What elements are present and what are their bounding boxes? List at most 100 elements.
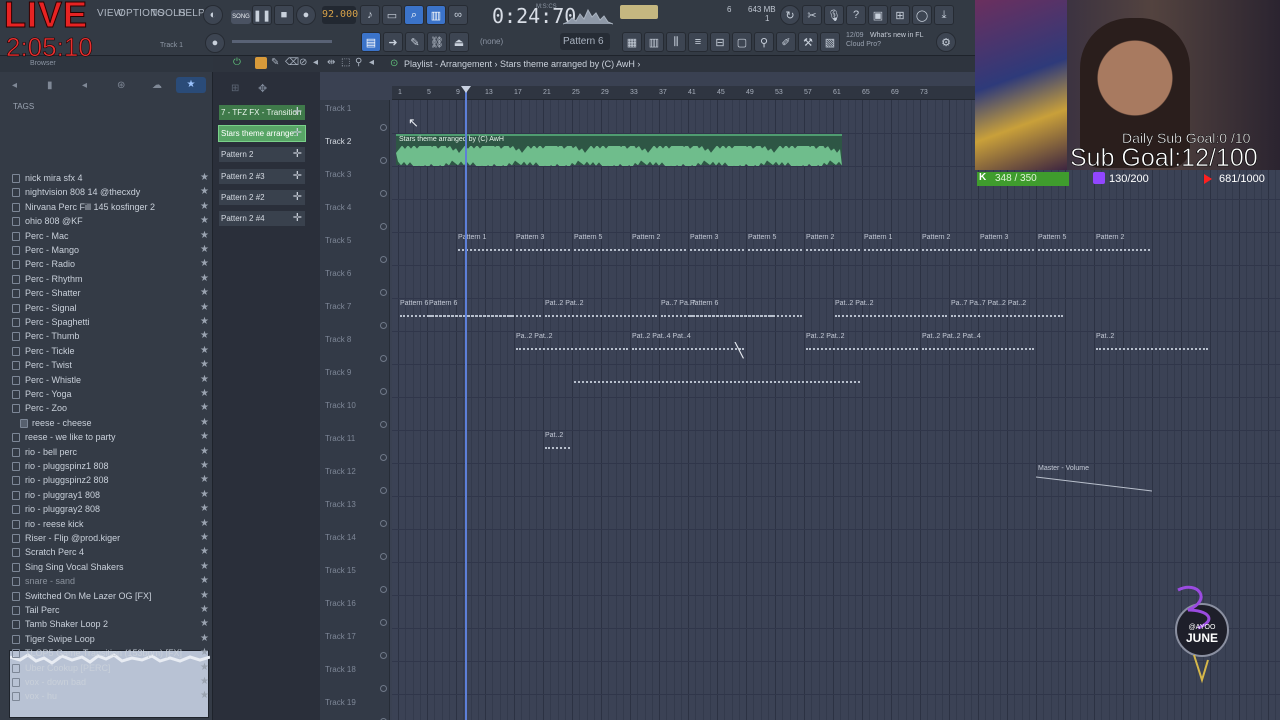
favorite-star-icon[interactable]: ★ [200,633,209,644]
browser-item[interactable]: Perc - Radio ★ [0,258,213,272]
mic-icon[interactable]: 🎙 [824,5,844,25]
favorite-star-icon[interactable]: ★ [200,345,209,356]
browser-item[interactable]: Perc - Spaghetti ★ [0,316,213,330]
browser-item[interactable]: snare - sand ★ [0,575,213,589]
track-mute-icon[interactable] [380,685,387,692]
pattern-clip[interactable]: Pattern 5 [572,234,630,264]
grid-icon[interactable]: ⊞ [231,83,239,94]
favorite-star-icon[interactable]: ★ [200,647,209,658]
add-pattern-icon[interactable]: ✛ [293,169,302,184]
audio-clip[interactable]: Stars theme arranged by (C) AwH [396,134,842,166]
stop-button[interactable]: ■ [274,5,294,25]
track-mute-icon[interactable] [380,289,387,296]
browser-item[interactable]: Perc - Shatter ★ [0,287,213,301]
track-name[interactable]: Track 2 [325,137,351,146]
favorite-star-icon[interactable]: ★ [200,258,209,269]
browser-item[interactable]: Uber Cookup [PERC] ★ [0,662,213,676]
favorite-star-icon[interactable]: ★ [200,561,209,572]
mixer-view-icon[interactable]: ⫼ [666,32,686,52]
favorite-star-icon[interactable]: ★ [200,402,209,413]
browser-item[interactable]: TLOP5 Game Transition (153bpm) [FX] ★ [0,647,213,661]
browser-item[interactable]: Perc - Thumb ★ [0,330,213,344]
playhead[interactable] [465,86,467,720]
favorite-star-icon[interactable]: ★ [200,230,209,241]
favorite-star-icon[interactable]: ★ [200,316,209,327]
pattern-item[interactable]: Pattern 2 #3 ✛ [219,168,305,184]
track-mute-icon[interactable] [380,586,387,593]
pattern-clip[interactable]: Pat..2 Pat..4 Pat..4 [630,333,746,363]
pattern-clip[interactable]: Pattern 6 [427,300,543,330]
help-icon[interactable]: ? [846,5,866,25]
select-tool-icon[interactable]: ⬚ [341,57,350,68]
browser-item[interactable]: rio - bell perc ★ [0,446,213,460]
browser-item[interactable]: rio - pluggspinz2 808 ★ [0,474,213,488]
track-mute-icon[interactable] [380,355,387,362]
favorite-star-icon[interactable]: ★ [200,532,209,543]
chat-icon[interactable]: ◯ [912,5,932,25]
favorite-star-icon[interactable]: ★ [200,244,209,255]
browser-item[interactable]: Perc - Mac ★ [0,230,213,244]
back-icon[interactable]: ◂ [12,80,17,91]
pattern-clip[interactable]: Pat..2 Pat..2 [833,300,949,330]
draw-tool-icon[interactable] [255,57,267,69]
plugin-icon[interactable]: ⏏ [449,32,469,52]
master-pitch-slider[interactable] [232,40,332,43]
track-name[interactable]: Track 15 [325,566,356,575]
template-icon[interactable]: ▧ [820,32,840,52]
browser-icon[interactable]: ⚲ [754,32,774,52]
favorite-star-icon[interactable]: ★ [200,446,209,457]
browser-item[interactable]: reese - we like to party ★ [0,431,213,445]
pattern-clip[interactable]: Pat..2 [543,432,572,462]
download-icon[interactable]: ⤓ [934,5,954,25]
tools-icon[interactable]: ⚒ [798,32,818,52]
track-name[interactable]: Track 17 [325,632,356,641]
track-mute-icon[interactable] [380,421,387,428]
add-pattern-icon[interactable]: ✛ [293,126,302,141]
favorite-star-icon[interactable]: ★ [200,359,209,370]
track-name[interactable]: Track 5 [325,236,351,245]
favorite-star-icon[interactable]: ★ [200,546,209,557]
track-name[interactable]: Track 16 [325,599,356,608]
track-name[interactable]: Track 13 [325,500,356,509]
favorite-star-icon[interactable]: ★ [200,374,209,385]
playback-tool-icon[interactable]: ◂ [369,57,374,68]
browser-item[interactable]: Sing Sing Vocal Shakers ★ [0,561,213,575]
browser-item[interactable]: Perc - Twist ★ [0,359,213,373]
favorite-star-icon[interactable]: ★ [200,618,209,629]
brush-icon[interactable]: ✐ [776,32,796,52]
browser-item[interactable]: ohio 808 @KF ★ [0,215,213,229]
settings-icon[interactable]: ⚙ [936,32,956,52]
add-pattern-icon[interactable]: ✛ [293,211,302,226]
pattern-clip[interactable]: Pat..2 [1094,333,1210,363]
files-icon[interactable]: ▮ [47,80,53,91]
browser-item[interactable]: rio - pluggray1 808 ★ [0,489,213,503]
track-name[interactable]: Track 1 [325,104,351,113]
delete-tool-icon[interactable]: ⌫ [285,57,299,68]
automation-clip[interactable]: Master - Volume [1036,465,1152,495]
favorite-star-icon[interactable]: ★ [200,575,209,586]
cut-icon[interactable]: ✂ [802,5,822,25]
pattern-clip[interactable]: Pattern 5 [746,234,804,264]
favorite-star-icon[interactable]: ★ [200,460,209,471]
pattern-item[interactable]: Pattern 2 #4 ✛ [219,211,305,226]
playlist-play-icon[interactable]: ⊙ [390,58,398,69]
browser-item[interactable]: Perc - Signal ★ [0,302,213,316]
step-edit-icon[interactable]: ▥ [426,5,446,25]
browser-item[interactable]: rio - reese kick ★ [0,518,213,532]
paint-tool-icon[interactable]: ✎ [271,57,279,68]
track-mute-icon[interactable] [380,454,387,461]
news-text[interactable]: Cloud Pro? [846,41,881,48]
pattern-item[interactable]: Pattern 2 ✛ [219,147,305,163]
favorite-star-icon[interactable]: ★ [200,201,209,212]
plugin-picker-icon[interactable]: ⊟ [710,32,730,52]
snap-select[interactable]: (none) [480,34,530,50]
browser-item[interactable]: nick mira sfx 4 ★ [0,172,213,186]
piano-roll-icon[interactable]: ▦ [622,32,642,52]
speaker-icon[interactable]: ◂ [82,80,87,91]
track-mute-icon[interactable] [380,652,387,659]
browser-item[interactable]: Tiger Swipe Loop ★ [0,633,213,647]
browser-item[interactable]: Nirvana Perc Fill 145 kosfinger 2 ★ [0,201,213,215]
pattern-item[interactable]: Pattern 2 #2 ✛ [219,189,305,205]
pattern-clip[interactable]: Pattern 2 [920,234,978,264]
browser-item[interactable]: Tamb Shaker Loop 2 ★ [0,618,213,632]
